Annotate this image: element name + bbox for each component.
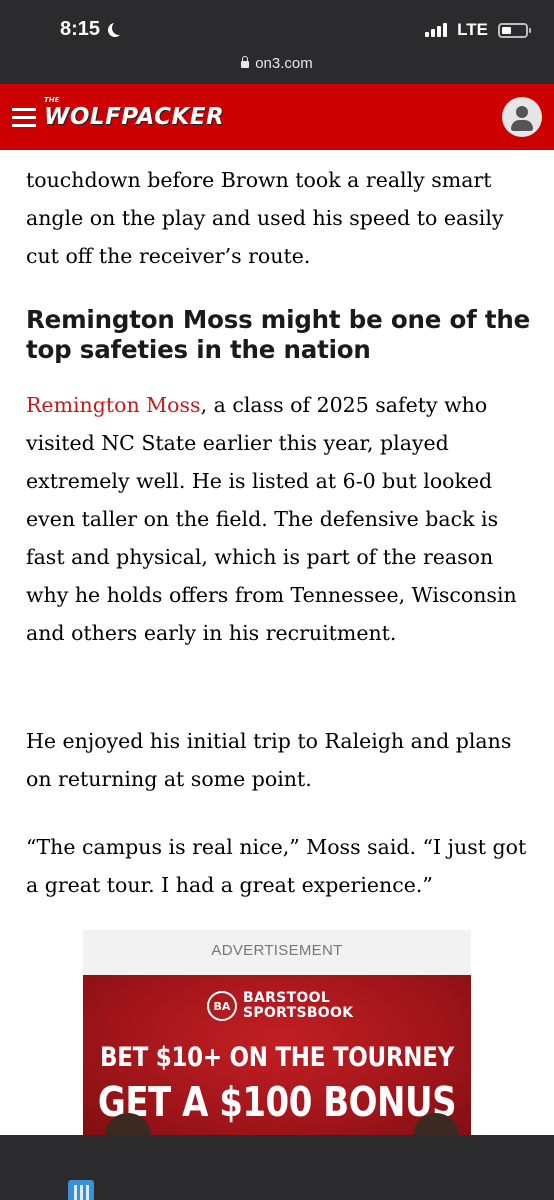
ad-headline: BET $10+ ON THE TOURNEY: [99, 1043, 455, 1073]
battery-icon: [498, 22, 531, 38]
ad-label: ADVERTISEMENT: [211, 942, 343, 959]
article-paragraph: He enjoyed his initial trip to Raleigh a…: [26, 729, 512, 791]
ad-brand: BA BARSTOOL SPORTSBOOK: [207, 991, 353, 1021]
ad-brand-line2: SPORTSBOOK: [243, 1005, 354, 1021]
user-icon[interactable]: [502, 97, 542, 137]
advertisement: ADVERTISEMENT BA BARSTOOL SPORTSBOOK BET…: [83, 930, 471, 1140]
article-paragraph: touchdown before Brown took a really sma…: [26, 168, 504, 268]
player-link[interactable]: Remington Moss: [26, 393, 201, 417]
url-text: on3.com: [255, 55, 313, 72]
moon-icon: [112, 21, 126, 35]
hamburger-icon[interactable]: [12, 108, 36, 132]
ad-banner[interactable]: BA BARSTOOL SPORTSBOOK BET $10+ ON THE T…: [83, 975, 471, 1140]
ad-brand-line1: BARSTOOL: [243, 990, 331, 1006]
site-logo[interactable]: WOLFPACKER: [44, 104, 224, 130]
logo-the: THE: [44, 96, 60, 104]
time-label: 8:15: [60, 18, 101, 40]
article-quote: “The campus is real nice,” Moss said. “I…: [26, 835, 527, 897]
signal-icon: [425, 23, 448, 37]
barstool-logo-icon: BA: [207, 991, 237, 1021]
status-time: 8:15: [60, 18, 120, 41]
app-icon[interactable]: [68, 1180, 94, 1200]
site-header: THE WOLFPACKER: [0, 84, 554, 150]
article-paragraph: Remington Moss, a class of 2025 safety w…: [26, 386, 532, 652]
lock-icon: [241, 56, 250, 68]
network-label: LTE: [457, 20, 488, 39]
paragraph-text: , a class of 2025 safety who visited NC …: [26, 393, 517, 645]
status-indicators: LTE: [425, 20, 531, 40]
address-bar[interactable]: on3.com: [0, 55, 554, 72]
section-heading: Remington Moss might be one of the top s…: [26, 305, 531, 364]
status-bar: 8:15 LTE on3.com: [0, 0, 554, 84]
